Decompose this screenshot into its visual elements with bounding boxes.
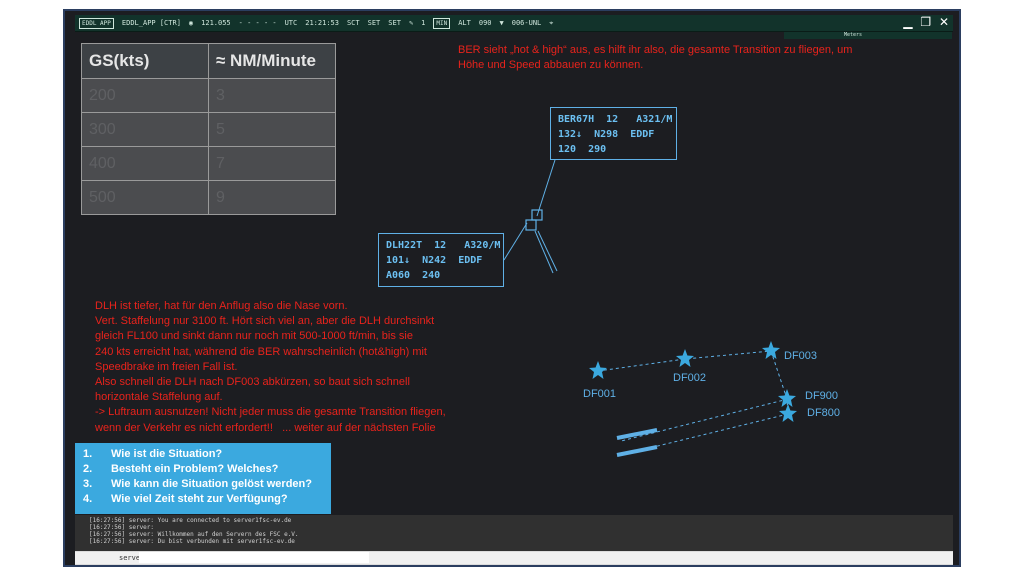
question-text: Wie ist die Situation?	[111, 448, 223, 460]
annotation-dlh: DLH ist tiefer, hat für den Anflug also …	[95, 300, 446, 434]
question-box: 1. Wie ist die Situation? 2. Besteht ein P…	[75, 443, 331, 514]
console-line: [16:27:56] server: Willkommen auf den Se…	[89, 531, 299, 538]
question-text: Wie viel Zeit steht zur Verfügung?	[111, 493, 288, 505]
fix-label-df003: DF003	[784, 350, 818, 362]
message-console: [16:27:56] server: You are connected to …	[75, 515, 953, 565]
list-item: 1. Wie ist die Situation?	[83, 447, 331, 462]
fix-label-df800: DF800	[807, 407, 841, 419]
leader-line-ber	[536, 159, 556, 217]
question-number: 1.	[83, 448, 93, 460]
speed-vector-2	[537, 230, 558, 272]
target-dlh-symbol[interactable]	[525, 219, 537, 231]
runway-south	[616, 445, 658, 457]
question-text: Besteht ein Problem? Welches?	[111, 463, 279, 475]
fix-df001-icon[interactable]	[589, 361, 607, 379]
list-item: 4. Wie viel Zeit steht zur Verfügung?	[83, 492, 331, 507]
datablock-ber67h[interactable]: BER67H 12 A321/M 132↓ N298 EDDF 120 290	[550, 107, 677, 160]
console-line: [16:27:56] server:	[89, 524, 155, 531]
fix-df003-icon[interactable]	[762, 341, 780, 359]
datablock-dlh22t[interactable]: DLH22T 12 A320/M 101↓ N242 EDDF A060 240	[378, 233, 504, 287]
question-number: 2.	[83, 463, 93, 475]
fix-df002-icon[interactable]	[676, 349, 694, 367]
leader-line-dlh	[503, 222, 528, 261]
console-input[interactable]	[139, 552, 369, 563]
fix-label-df001: DF001	[583, 388, 617, 400]
radar-scope-slide: EDDL APP EDDL_APP [CTR] ◉ 121.055 - - - …	[63, 9, 961, 567]
console-input-row: server	[75, 552, 953, 564]
fix-label-df002: DF002	[673, 372, 707, 384]
fix-label-df900: DF900	[805, 390, 839, 402]
question-number: 4.	[83, 493, 93, 505]
console-line: [16:27:56] server: Du bist verbunden mit…	[89, 538, 295, 545]
question-number: 3.	[83, 478, 93, 490]
console-log[interactable]: [16:27:56] server: You are connected to …	[75, 515, 953, 551]
list-item: 2. Besteht ein Problem? Welches?	[83, 462, 331, 477]
question-text: Wie kann die Situation gelöst werden?	[111, 478, 312, 490]
speed-vector-1	[534, 230, 554, 274]
list-item: 3. Wie kann die Situation gelöst werden?	[83, 477, 331, 492]
runway-north	[616, 428, 658, 440]
console-line: [16:27:56] server: You are connected to …	[89, 517, 292, 524]
